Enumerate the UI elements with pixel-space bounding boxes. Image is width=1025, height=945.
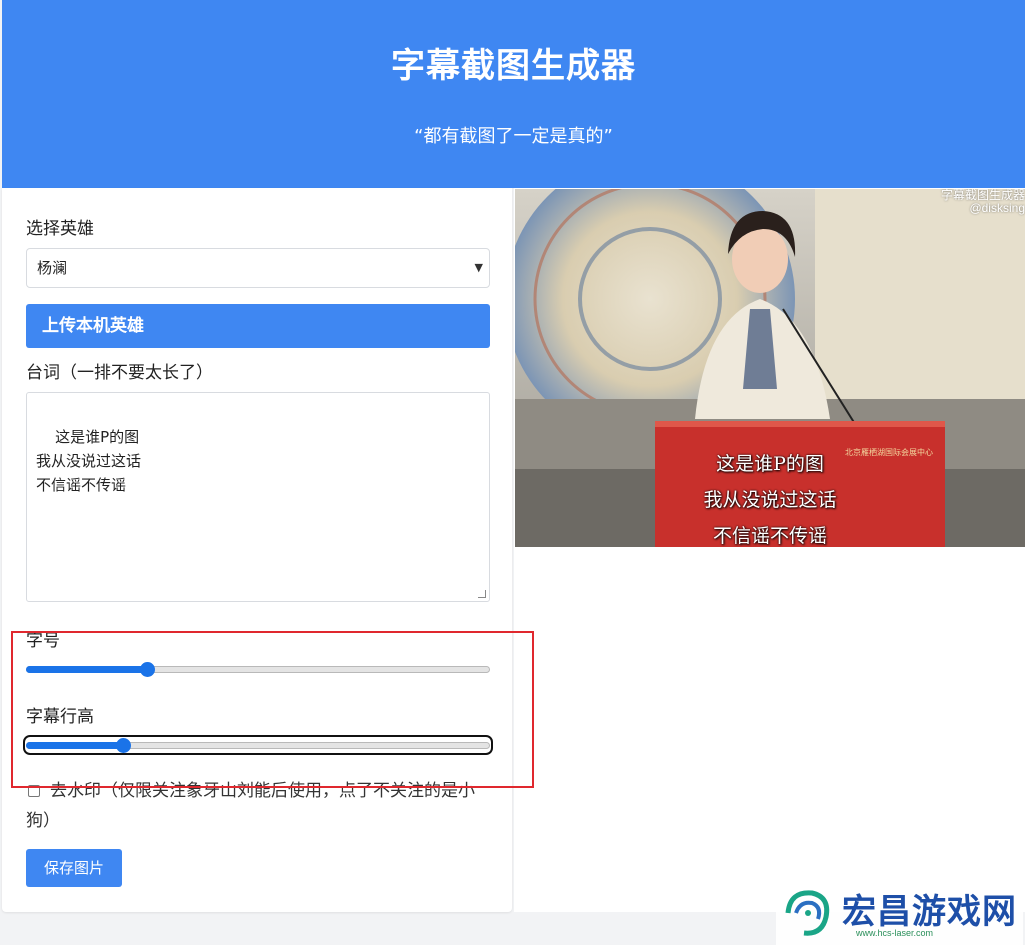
preview-caption-1: 这是谁P的图 [716,453,824,475]
watermark-line-2: @disksing [969,201,1025,215]
page-header: 字幕截图生成器 “都有截图了一定是真的” [2,0,1025,188]
hero-select[interactable]: 杨澜 ▼ [26,248,490,288]
dragon-logo-icon [785,890,830,936]
hero-select-value: 杨澜 [37,259,68,277]
site-logo-name: 宏昌游戏网 [842,892,1017,932]
annotation-highlight-box [11,631,534,788]
preview-watermark: 字幕截图生成器 @disksing [941,189,1025,215]
chevron-down-icon: ▼ [474,261,483,274]
save-image-button[interactable]: 保存图片 [26,849,122,887]
preview-caption-3: 不信谣不传谣 [712,525,827,547]
upload-hero-button[interactable]: 上传本机英雄 [26,304,490,348]
settings-panel: 选择英雄 杨澜 ▼ 上传本机英雄 台词（一排不要太长了） 这是谁P的图 我从没说… [2,188,512,912]
preview-caption-2: 我从没说过这话 [703,489,837,511]
site-logo-url: www.hcs-laser.com [856,928,934,938]
lines-textarea[interactable]: 这是谁P的图 我从没说过这话 不信谣不传谣 [26,392,490,602]
lines-label: 台词（一排不要太长了） [26,363,213,383]
hero-label: 选择英雄 [26,219,94,239]
preview-image: 北京雁栖湖国际会展中心 字幕截图生成器 @disksing 这是谁P的图 我从没… [515,189,1025,547]
site-logo: 宏昌游戏网 www.hcs-laser.com [776,882,1023,945]
page-title: 字幕截图生成器 [391,46,636,86]
page-subtitle: “都有截图了一定是真的” [414,126,613,147]
resize-grip-icon[interactable] [478,590,486,598]
lines-text: 这是谁P的图 我从没说过这话 不信谣不传谣 [36,428,142,494]
